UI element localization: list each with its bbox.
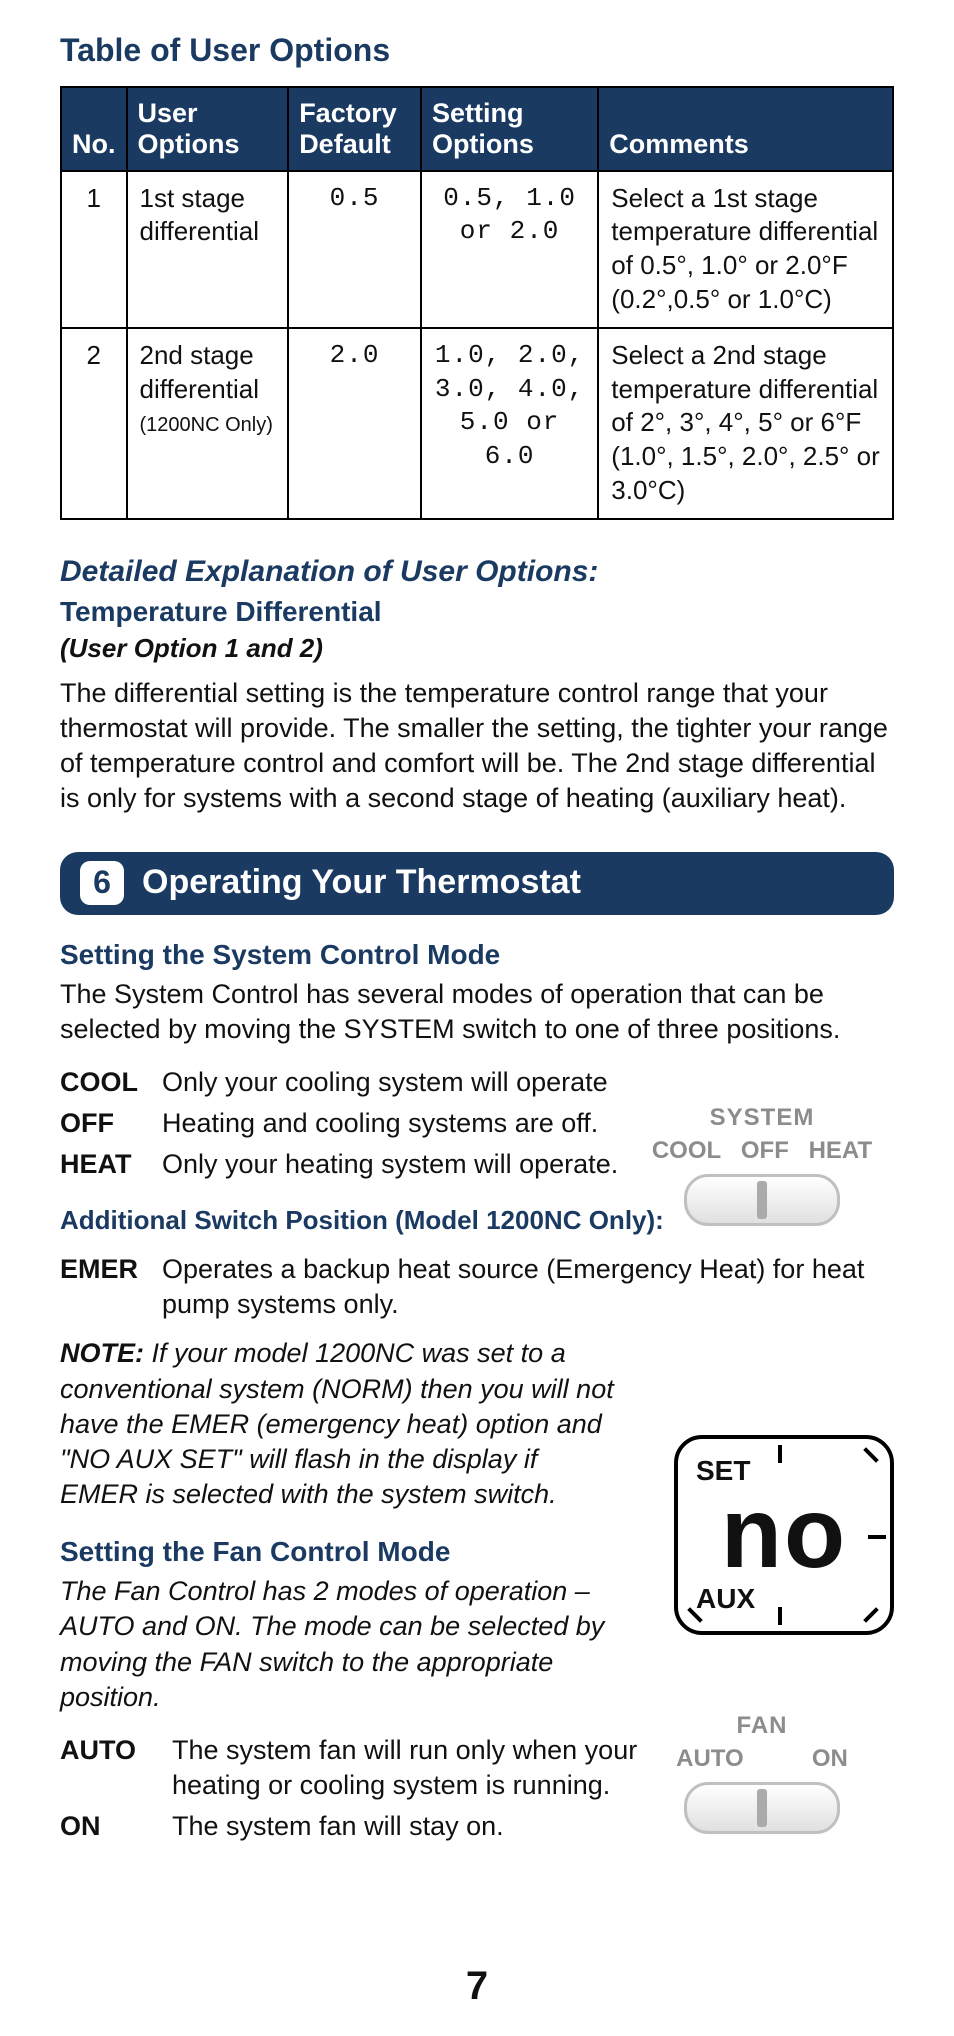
opt-text: 1st stage differential: [140, 183, 260, 247]
switch-label-on: ON: [812, 1743, 848, 1774]
fan-mode-intro: The Fan Control has 2 modes of operation…: [60, 1574, 650, 1714]
switch-caption: FAN: [642, 1710, 882, 1741]
table-row: 1 1st stage differential 0.5 0.5, 1.0 or…: [61, 171, 893, 328]
cell-option: 2nd stage differential (1200NC Only): [127, 328, 289, 519]
tick-icon: [778, 1607, 782, 1625]
note-label: NOTE:: [60, 1338, 144, 1368]
fan-switch-figure: FAN AUTO ON: [630, 1700, 894, 1848]
term: HEAT: [60, 1147, 146, 1182]
term: COOL: [60, 1065, 146, 1100]
switch-label-heat: HEAT: [809, 1135, 873, 1166]
system-mode-heading: Setting the System Control Mode: [60, 937, 894, 973]
tick-icon: [778, 1445, 782, 1463]
tick-icon: [868, 1535, 886, 1539]
switch-label-auto: AUTO: [676, 1743, 744, 1774]
switch-label-off: OFF: [741, 1135, 789, 1166]
cell-no: 2: [61, 328, 127, 519]
temp-diff-body: The differential setting is the temperat…: [60, 676, 894, 816]
switch-label-cool: COOL: [652, 1135, 721, 1166]
term: ON: [60, 1809, 156, 1844]
th-no: No.: [61, 87, 127, 171]
switch-slider-icon: [684, 1782, 840, 1834]
term: OFF: [60, 1106, 146, 1141]
list-item: ON The system fan will stay on.: [60, 1809, 650, 1844]
section-title: Operating Your Thermostat: [142, 860, 581, 904]
list-item: AUTO The system fan will run only when y…: [60, 1733, 650, 1803]
th-settings: Setting Options: [421, 87, 598, 171]
switch-caption: SYSTEM: [642, 1102, 882, 1133]
th-factory: Factory Default: [288, 87, 421, 171]
list-item: COOL Only your cooling system will opera…: [60, 1065, 620, 1100]
opt-note: (1200NC Only): [140, 414, 273, 436]
cell-no: 1: [61, 171, 127, 328]
emer-note: NOTE: If your model 1200NC was set to a …: [60, 1336, 620, 1511]
section-bar: 6 Operating Your Thermostat: [60, 852, 894, 914]
th-options: User Options: [127, 87, 289, 171]
temp-diff-heading: Temperature Differential: [60, 594, 894, 630]
lcd-digits: no: [678, 1483, 890, 1583]
temp-diff-subnote: (User Option 1 and 2): [60, 632, 894, 666]
def: Only your heating system will operate.: [162, 1147, 620, 1182]
switch-slider-icon: [684, 1174, 840, 1226]
detailed-explanation-heading: Detailed Explanation of User Options:: [60, 552, 894, 591]
cell-factory: 2.0: [288, 328, 421, 519]
lcd-bottom-label: AUX: [696, 1581, 755, 1617]
tick-icon: [863, 1607, 879, 1623]
switch-labels: AUTO ON: [642, 1743, 882, 1774]
cell-settings: 1.0, 2.0, 3.0, 4.0, 5.0 or 6.0: [421, 328, 598, 519]
note-text: If your model 1200NC was set to a conven…: [60, 1338, 614, 1508]
system-mode-intro: The System Control has several modes of …: [60, 977, 894, 1047]
table-row: 2 2nd stage differential (1200NC Only) 2…: [61, 328, 893, 519]
def: The system fan will run only when your h…: [172, 1733, 650, 1803]
cell-factory: 0.5: [288, 171, 421, 328]
term: EMER: [60, 1252, 146, 1322]
lcd-no-aux-figure: SET no AUX: [674, 1435, 894, 1635]
opt-text: 2nd stage differential: [140, 340, 260, 404]
system-mode-list: COOL Only your cooling system will opera…: [60, 1065, 620, 1182]
cell-settings: 0.5, 1.0 or 2.0: [421, 171, 598, 328]
term: AUTO: [60, 1733, 156, 1803]
def: Heating and cooling systems are off.: [162, 1106, 620, 1141]
page-number: 7: [0, 1960, 954, 2012]
user-options-title: Table of User Options: [60, 30, 894, 72]
emer-list: EMER Operates a backup heat source (Emer…: [60, 1252, 894, 1322]
system-switch-figure: SYSTEM COOL OFF HEAT: [630, 1092, 894, 1240]
cell-comments: Select a 1st stage temperature different…: [598, 171, 893, 328]
list-item: EMER Operates a backup heat source (Emer…: [60, 1252, 894, 1322]
def: The system fan will stay on.: [172, 1809, 650, 1844]
section-number: 6: [80, 861, 124, 905]
th-comments: Comments: [598, 87, 893, 171]
fan-mode-list: AUTO The system fan will run only when y…: [60, 1733, 650, 1844]
switch-labels: COOL OFF HEAT: [642, 1135, 882, 1166]
cell-comments: Select a 2nd stage temperature different…: [598, 328, 893, 519]
list-item: OFF Heating and cooling systems are off.: [60, 1106, 620, 1141]
cell-option: 1st stage differential: [127, 171, 289, 328]
list-item: HEAT Only your heating system will opera…: [60, 1147, 620, 1182]
def: Operates a backup heat source (Emergency…: [162, 1252, 894, 1322]
def: Only your cooling system will operate: [162, 1065, 620, 1100]
user-options-table: No. User Options Factory Default Setting…: [60, 86, 894, 520]
